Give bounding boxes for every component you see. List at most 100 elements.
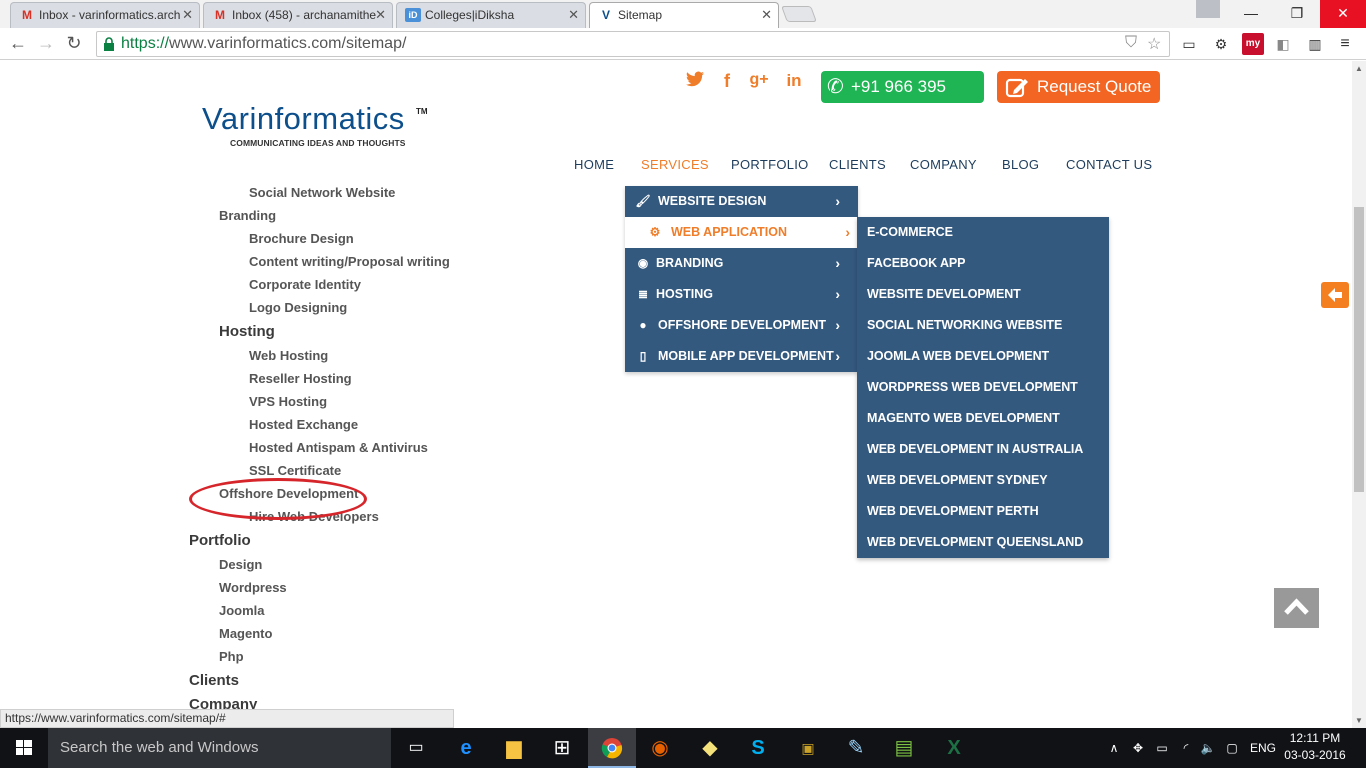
paint-icon[interactable]: ✎ (832, 728, 880, 768)
submenu-item[interactable]: E-COMMERCE (867, 217, 953, 248)
request-quote-button[interactable]: Request Quote (997, 71, 1160, 103)
sitemap-link[interactable]: Web Hosting (249, 348, 328, 363)
submenu-item[interactable]: WEB DEVELOPMENT QUEENSLAND (867, 527, 1083, 558)
edge-icon[interactable]: e (442, 728, 490, 768)
facebook-icon[interactable]: f (716, 71, 738, 92)
menu-icon[interactable]: ≡ (1334, 33, 1356, 55)
store-icon[interactable]: ⊞ (538, 728, 586, 768)
taskbar-search-box[interactable]: Search the web and Windows (48, 728, 391, 768)
language-indicator[interactable]: ENG (1248, 728, 1278, 768)
submenu-item[interactable]: WEB DEVELOPMENT IN AUSTRALIA (867, 434, 1083, 465)
menu-item-offshore-development[interactable]: ● OFFSHORE DEVELOPMENT › (625, 310, 858, 341)
submenu-item[interactable]: MAGENTO WEB DEVELOPMENT (867, 403, 1060, 434)
dropbox-icon[interactable]: ✥ (1128, 728, 1148, 768)
user-profile-icon[interactable] (1196, 0, 1220, 18)
sitemap-link[interactable]: Reseller Hosting (249, 371, 352, 386)
wifi-icon[interactable]: ◜ (1176, 728, 1196, 768)
nav-home[interactable]: HOME (574, 157, 614, 172)
sitemap-link[interactable]: Branding (219, 208, 276, 223)
notification-icon[interactable]: ▢ (1222, 728, 1242, 768)
extension-puzzle-icon[interactable]: ◧ (1272, 33, 1294, 55)
sitemap-link[interactable]: Hosting (219, 323, 275, 340)
linkedin-icon[interactable]: in (783, 71, 805, 91)
scroll-up-arrow-icon[interactable]: ▲ (1355, 64, 1363, 73)
phone-button[interactable]: ✆ +91 966 395 4433 (821, 71, 984, 128)
nav-contact-us[interactable]: CONTACT US (1066, 157, 1152, 172)
page-scrollbar[interactable]: ▲ ▼ (1352, 61, 1366, 728)
skype-icon[interactable]: S (734, 728, 782, 768)
address-bar[interactable]: https://www.varinformatics.com/sitemap/ … (96, 31, 1170, 57)
sitemap-link[interactable]: Magento (219, 626, 272, 641)
nav-clients[interactable]: CLIENTS (829, 157, 886, 172)
tab-colleges[interactable]: iD Colleges|iDiksha ✕ (396, 2, 586, 28)
submenu-item[interactable]: WEB DEVELOPMENT SYDNEY (867, 465, 1048, 496)
tab-inbox-2[interactable]: M Inbox (458) - archanamithe ✕ (203, 2, 393, 28)
close-icon[interactable]: ✕ (761, 3, 772, 27)
forward-arrow-icon[interactable]: → (34, 32, 58, 56)
sitemap-link[interactable]: Wordpress (219, 580, 287, 595)
back-to-top-button[interactable] (1274, 588, 1319, 628)
chevron-up-icon[interactable]: ∧ (1106, 728, 1122, 768)
submenu-item[interactable]: WEBSITE DEVELOPMENT (867, 279, 1021, 310)
sitemap-link[interactable]: Logo Designing (249, 300, 347, 315)
submenu-item[interactable]: FACEBOOK APP (867, 248, 965, 279)
sitemap-link[interactable]: Clients (189, 672, 239, 689)
scroll-down-arrow-icon[interactable]: ▼ (1355, 716, 1363, 725)
task-view-icon[interactable]: ▭ (392, 728, 440, 768)
sitemap-link[interactable]: SSL Certificate (249, 463, 341, 478)
nav-services[interactable]: SERVICES (641, 157, 709, 172)
gear-icon[interactable]: ⚙ (1210, 33, 1232, 55)
firefox-icon[interactable]: ◉ (636, 728, 684, 768)
menu-item-web-application[interactable]: ⚙ WEB APPLICATION › (625, 217, 858, 248)
game-icon[interactable]: ▣ (784, 728, 832, 768)
notes-icon[interactable]: ◆ (686, 728, 734, 768)
submenu-item[interactable]: WEB DEVELOPMENT PERTH (867, 496, 1039, 527)
shield-icon[interactable]: ⛉ (1125, 34, 1137, 52)
tab-sitemap[interactable]: V Sitemap ✕ (589, 2, 779, 28)
star-icon[interactable]: ☆ (1147, 34, 1161, 54)
submenu-item[interactable]: SOCIAL NETWORKING WEBSITE (867, 310, 1062, 341)
windows-start-button[interactable] (0, 728, 48, 768)
window-close-button[interactable]: ✕ (1320, 0, 1366, 28)
sitemap-link[interactable]: Design (219, 557, 262, 572)
chrome-icon[interactable] (588, 728, 636, 768)
sitemap-link[interactable]: Joomla (219, 603, 265, 618)
site-logo[interactable]: Varinformatics TM COMMUNICATING IDEAS AN… (202, 101, 432, 151)
sitemap-link[interactable]: Php (219, 649, 244, 664)
sitemap-link[interactable]: VPS Hosting (249, 394, 327, 409)
submenu-item[interactable]: JOOMLA WEB DEVELOPMENT (867, 341, 1049, 372)
extension-my-icon[interactable]: my (1242, 33, 1264, 55)
sitemap-link[interactable]: Portfolio (189, 532, 251, 549)
tab-inbox-1[interactable]: M Inbox - varinformatics.arch ✕ (10, 2, 200, 28)
menu-item-website-design[interactable]: 🖌 WEBSITE DESIGN › (625, 186, 858, 217)
battery-icon[interactable]: ▭ (1152, 728, 1172, 768)
close-icon[interactable]: ✕ (568, 3, 579, 27)
menu-item-branding[interactable]: ◉ BRANDING › (625, 248, 858, 279)
clock[interactable]: 12:11 PM 03-03-2016 (1280, 730, 1350, 764)
chart-app-icon[interactable]: ▤ (880, 728, 928, 768)
nav-company[interactable]: COMPANY (910, 157, 977, 172)
restore-button[interactable]: ❐ (1274, 0, 1320, 28)
close-icon[interactable]: ✕ (375, 3, 386, 27)
sitemap-link[interactable]: Brochure Design (249, 231, 354, 246)
file-explorer-icon[interactable]: ▆ (490, 728, 538, 768)
minimize-button[interactable]: — (1228, 0, 1274, 28)
google-plus-icon[interactable]: g+ (748, 71, 770, 89)
sitemap-link[interactable]: Hosted Exchange (249, 417, 358, 432)
sitemap-link[interactable]: Corporate Identity (249, 277, 361, 292)
extension-books-icon[interactable]: ▥ (1304, 33, 1326, 55)
arrow-left-icon[interactable] (1321, 282, 1349, 308)
menu-item-hosting[interactable]: ≣ HOSTING › (625, 279, 858, 310)
reload-icon[interactable]: ↻ (62, 32, 86, 56)
sitemap-link[interactable]: Content writing/Proposal writing (249, 254, 450, 269)
menu-item-mobile-app-development[interactable]: ▯ MOBILE APP DEVELOPMENT › (625, 341, 858, 372)
volume-icon[interactable]: 🔈 (1198, 728, 1218, 768)
sitemap-link[interactable]: Social Network Website (249, 185, 395, 200)
back-arrow-icon[interactable]: ← (6, 32, 30, 56)
sitemap-link[interactable]: Hosted Antispam & Antivirus (249, 440, 428, 455)
twitter-icon[interactable] (684, 71, 706, 92)
close-icon[interactable]: ✕ (182, 3, 193, 27)
submenu-item[interactable]: WORDPRESS WEB DEVELOPMENT (867, 372, 1078, 403)
cast-icon[interactable]: ▭ (1178, 33, 1200, 55)
scroll-thumb[interactable] (1354, 207, 1364, 492)
